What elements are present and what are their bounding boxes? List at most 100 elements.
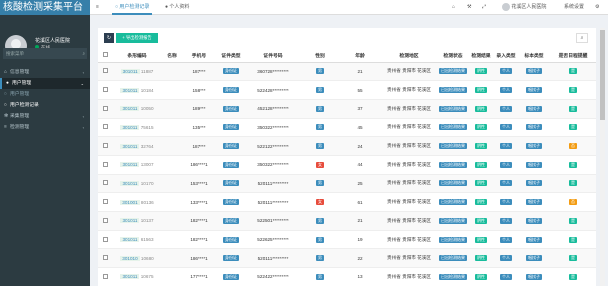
table-row[interactable]: 301011 75615 135*** 身份证 350322********* 男 45 贵… bbox=[98, 118, 596, 138]
checkbox[interactable] bbox=[102, 255, 108, 261]
export-report-button[interactable]: + 导出检测报告 bbox=[116, 33, 158, 43]
col-header[interactable]: 录入类型 bbox=[494, 50, 518, 63]
sidebar-subitem-users[interactable]: ○ 用户管理 bbox=[0, 89, 90, 100]
table-row[interactable]: 301011 10675 177****1 身份证 522422********* 男 1… bbox=[98, 267, 596, 286]
barcode-prefix: 301011 bbox=[120, 124, 140, 130]
sidebar-item-collection[interactable]: ✻ 采集管理 ‹ bbox=[0, 111, 90, 122]
table-body: 301011 11887 187*** 身份证 360728********* 男 21 贵… bbox=[98, 62, 596, 286]
checkbox[interactable] bbox=[102, 273, 108, 279]
checkbox[interactable] bbox=[102, 105, 108, 111]
search-icon[interactable]: ⌕ bbox=[82, 48, 85, 59]
row-checkbox[interactable] bbox=[98, 211, 112, 231]
chevron-left-icon: ‹ bbox=[82, 114, 84, 119]
refresh-button[interactable]: ↻ bbox=[104, 33, 114, 43]
cell-entry-type: 个人 bbox=[494, 192, 518, 212]
account-menu[interactable]: 花溪区人民医院 bbox=[502, 0, 546, 15]
menu-toggle-icon[interactable]: ≡ bbox=[96, 0, 99, 15]
barcode-suffix: 11887 bbox=[140, 68, 154, 74]
id-type-badge: 身份证 bbox=[223, 161, 239, 168]
sample-badge: 咽拭子 bbox=[526, 255, 542, 262]
checkbox[interactable] bbox=[102, 143, 108, 149]
cell-result: 阴性 bbox=[468, 155, 494, 175]
cell-sample-type: 咽拭子 bbox=[518, 155, 550, 175]
table-row[interactable]: 301011 32764 187*** 身份证 522122********* 男 24 贵… bbox=[98, 136, 596, 156]
broom-icon[interactable]: ⚒ bbox=[467, 0, 471, 15]
cell-name bbox=[162, 136, 182, 156]
cell-name bbox=[162, 230, 182, 250]
col-header[interactable]: 手机号 bbox=[182, 50, 216, 63]
tab-test-records[interactable]: ○ 用户检测记录 bbox=[112, 0, 153, 15]
table-row[interactable]: 301001 80136 133****1 身份证 520111********* 女 6… bbox=[98, 192, 596, 212]
barcode-suffix: 10675 bbox=[140, 274, 154, 280]
sidebar-item-user-mgmt[interactable]: ● 用户管理 ⌄ bbox=[0, 78, 90, 89]
col-header[interactable]: 证件号码 bbox=[246, 50, 300, 63]
barcode-prefix: 301011 bbox=[120, 218, 140, 224]
table-row[interactable]: 301011 10137 182****1 身份证 522501********* 男 2… bbox=[98, 211, 596, 231]
row-checkbox[interactable] bbox=[98, 267, 112, 286]
sidebar-subitem-test-records[interactable]: ○ 用户检测记录 bbox=[0, 100, 90, 111]
checkbox[interactable] bbox=[102, 236, 108, 242]
row-checkbox[interactable] bbox=[98, 248, 112, 269]
cell-region: 贵州省 贵阳市 花溪区 bbox=[380, 192, 438, 212]
settings-link[interactable]: 系统设置 bbox=[564, 0, 584, 15]
col-header[interactable]: 年龄 bbox=[340, 50, 380, 63]
scrollbar-thumb[interactable] bbox=[600, 30, 605, 120]
status-badge: 已出检测结果 bbox=[439, 255, 467, 262]
checkbox[interactable] bbox=[102, 180, 108, 186]
checkbox[interactable] bbox=[102, 161, 108, 167]
col-header[interactable]: 标本类型 bbox=[518, 50, 550, 63]
row-checkbox[interactable] bbox=[98, 155, 112, 175]
row-checkbox[interactable] bbox=[98, 118, 112, 138]
cell-age: 13 bbox=[340, 267, 380, 286]
table-row[interactable]: 301011 10170 153****1 身份证 520111********* 男 2… bbox=[98, 174, 596, 194]
row-checkbox[interactable] bbox=[98, 230, 112, 250]
checkbox[interactable] bbox=[102, 217, 108, 223]
col-header[interactable]: 是否日程提醒 bbox=[550, 50, 596, 63]
status-badge: 已出检测结果 bbox=[439, 105, 467, 112]
checkbox[interactable] bbox=[102, 68, 108, 74]
col-header[interactable]: 检测结果 bbox=[468, 50, 494, 63]
search-toggle-button[interactable]: ⌕ bbox=[576, 33, 588, 43]
select-all-checkbox[interactable] bbox=[98, 50, 112, 63]
fullscreen-icon[interactable]: ⤢ bbox=[482, 0, 486, 15]
table-row[interactable]: 301010 10680 186****1 身份证 520111********* 男 2… bbox=[98, 248, 596, 269]
row-checkbox[interactable] bbox=[98, 80, 112, 100]
cell-name bbox=[162, 80, 182, 100]
tab-profile[interactable]: ● 个人资料 bbox=[165, 0, 189, 15]
cell-age: 45 bbox=[340, 118, 380, 138]
home-icon[interactable]: ⌂ bbox=[452, 0, 455, 15]
col-header[interactable]: 证件类型 bbox=[216, 50, 246, 63]
row-checkbox[interactable] bbox=[98, 136, 112, 156]
cell-region: 贵州省 贵阳市 花溪区 bbox=[380, 80, 438, 100]
sidebar-search-input[interactable]: 搜索菜单 ⌕ bbox=[3, 48, 87, 59]
checkbox[interactable] bbox=[102, 199, 108, 205]
row-checkbox[interactable] bbox=[98, 99, 112, 119]
row-checkbox[interactable] bbox=[98, 62, 112, 82]
col-header[interactable]: 性别 bbox=[300, 50, 340, 63]
barcode-suffix: 32764 bbox=[140, 143, 154, 149]
col-header[interactable]: 名称 bbox=[162, 50, 182, 63]
cell-name bbox=[162, 192, 182, 212]
table-row[interactable]: 301011 10184 158*** 身份证 522428********* 男 55 贵… bbox=[98, 80, 596, 100]
cell-result: 阴性 bbox=[468, 248, 494, 269]
sample-badge: 咽拭子 bbox=[526, 199, 542, 206]
col-header[interactable]: 条形编码 bbox=[112, 50, 162, 63]
sidebar-item-testing[interactable]: ≡ 检测管理 ‹ bbox=[0, 122, 90, 133]
cell-phone: 187*** bbox=[182, 136, 216, 156]
checkbox[interactable] bbox=[102, 124, 108, 130]
col-header[interactable]: 检测地区 bbox=[380, 50, 438, 63]
row-checkbox[interactable] bbox=[98, 174, 112, 194]
table-row[interactable]: 301011 13007 186****1 身份证 350322********* 女 4… bbox=[98, 155, 596, 175]
cell-region: 贵州省 贵阳市 花溪区 bbox=[380, 155, 438, 175]
table-row[interactable]: 301011 10050 189*** 身份证 452128********* 男 37 贵… bbox=[98, 99, 596, 119]
col-header[interactable]: 检测状态 bbox=[438, 50, 468, 63]
table-row[interactable]: 301011 61563 182****1 身份证 522625********* 男 1… bbox=[98, 230, 596, 250]
sidebar-item-info[interactable]: ⌂ 信息管理 ‹ bbox=[0, 67, 90, 78]
table-row[interactable]: 301011 11887 187*** 身份证 360728********* 男 21 贵… bbox=[98, 62, 596, 82]
cell-id-number: 522422********* bbox=[246, 267, 300, 286]
gear-icon[interactable]: ⚙ bbox=[595, 0, 599, 15]
checkbox[interactable] bbox=[102, 87, 108, 93]
row-checkbox[interactable] bbox=[98, 192, 112, 212]
checkbox[interactable] bbox=[102, 52, 108, 58]
cell-remind: 是 bbox=[550, 248, 596, 269]
